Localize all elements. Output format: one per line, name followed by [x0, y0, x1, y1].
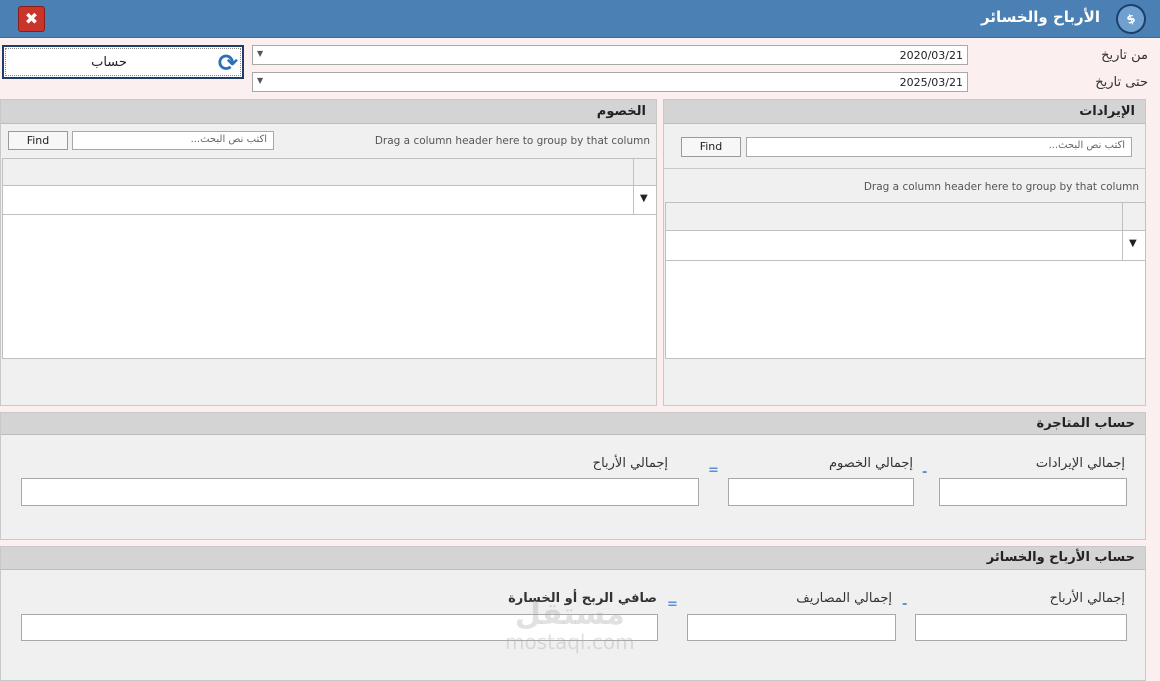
trading-account-section: حساب المتاجرة إجمالي الإيرادات - إجمالي … — [0, 412, 1146, 540]
grid-header-row[interactable] — [3, 159, 656, 186]
revenues-find-button[interactable]: Find — [681, 137, 741, 157]
watermark-logo: مستقل — [514, 597, 625, 632]
grid-filter-row[interactable]: ▼ — [666, 231, 1145, 261]
pnl-total-profits-field[interactable] — [915, 614, 1127, 641]
revenues-panel: الإيرادات Find اكتب نص البحث... Drag a c… — [663, 99, 1146, 406]
app-tag-icon: $ — [1111, 0, 1151, 39]
revenues-grid[interactable]: ▼ — [665, 202, 1146, 359]
total-profits-label: إجمالي الأرباح — [592, 456, 668, 471]
to-date-label: حتى تاريخ — [1095, 75, 1148, 90]
from-date-picker[interactable]: ▼ 2020/03/21 — [252, 45, 968, 65]
pnl-title: حساب الأرباح والخسائر — [986, 550, 1135, 565]
filter-icon[interactable]: ▼ — [640, 193, 648, 204]
dropdown-arrow-icon[interactable]: ▼ — [257, 49, 263, 58]
liabilities-group-hint: Drag a column header here to group by th… — [374, 135, 650, 147]
grid-filter-row[interactable]: ▼ — [3, 186, 656, 215]
liabilities-find-button[interactable]: Find — [8, 131, 68, 150]
filter-icon[interactable]: ▼ — [1129, 238, 1137, 249]
title-bar: ✖ الأرباح والخسائر $ — [0, 0, 1160, 39]
minus-sign: - — [902, 597, 908, 612]
dropdown-arrow-icon[interactable]: ▼ — [257, 76, 263, 85]
refresh-icon: ⟳ — [217, 49, 238, 77]
liabilities-panel: الخصوم Find اكتب نص البحث... Drag a colu… — [0, 99, 657, 406]
total-profits-field[interactable] — [21, 478, 699, 506]
revenues-search-input[interactable]: اكتب نص البحث... — [746, 137, 1132, 157]
total-revenues-label: إجمالي الإيرادات — [1035, 456, 1125, 471]
total-expenses-field[interactable] — [687, 614, 896, 641]
calculate-button[interactable]: حساب ⟳ — [2, 45, 244, 79]
to-date-picker[interactable]: ▼ 2025/03/21 — [252, 72, 968, 92]
calculate-label: حساب — [91, 55, 127, 70]
trading-title: حساب المتاجرة — [1036, 416, 1135, 431]
equals-sign: = — [708, 463, 719, 478]
liabilities-grid[interactable]: ▼ — [2, 158, 657, 359]
close-button[interactable]: ✖ — [18, 6, 45, 32]
revenues-group-hint: Drag a column header here to group by th… — [863, 181, 1139, 193]
grid-header-row[interactable] — [666, 203, 1145, 231]
watermark: مستقل mostaql.com — [505, 597, 635, 655]
liabilities-search-input[interactable]: اكتب نص البحث... — [72, 131, 274, 150]
liabilities-title: الخصوم — [596, 104, 646, 119]
minus-sign: - — [922, 465, 928, 480]
from-date-label: من تاريخ — [1101, 48, 1148, 63]
total-expenses-label: إجمالي المصاريف — [796, 591, 892, 606]
to-date-value: 2025/03/21 — [899, 76, 963, 89]
total-liabilities-field[interactable] — [728, 478, 914, 506]
watermark-url: mostaql.com — [505, 630, 635, 654]
window-title: الأرباح والخسائر — [980, 8, 1100, 26]
equals-sign: = — [667, 597, 678, 612]
revenues-title: الإيرادات — [1079, 104, 1135, 119]
from-date-value: 2020/03/21 — [899, 49, 963, 62]
total-revenues-field[interactable] — [939, 478, 1127, 506]
total-liabilities-label: إجمالي الخصوم — [828, 456, 913, 471]
pnl-total-profits-label: إجمالي الأرباح — [1049, 591, 1125, 606]
